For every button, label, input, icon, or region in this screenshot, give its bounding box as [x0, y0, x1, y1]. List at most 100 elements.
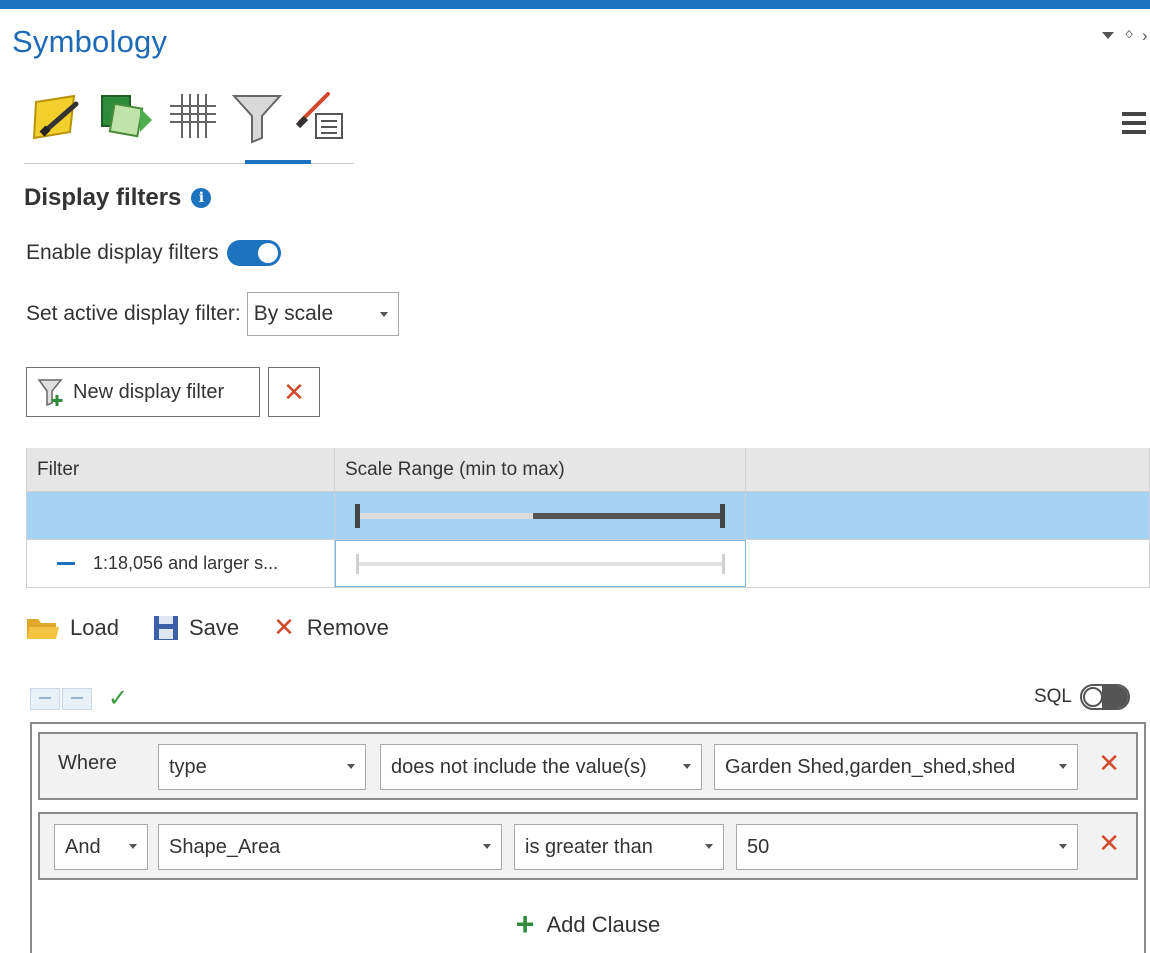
options-menu-icon[interactable] — [1102, 32, 1114, 39]
sql-toggle-row: SQL — [1034, 684, 1130, 710]
scale-range-cell[interactable] — [335, 492, 746, 539]
clause-connector-label: Where — [58, 752, 117, 774]
hamburger-menu-icon[interactable] — [1122, 112, 1146, 136]
table-row[interactable] — [27, 492, 1150, 540]
pane-top-accent-bar — [0, 0, 1150, 9]
delete-filter-button[interactable]: ✕ — [268, 367, 320, 417]
empty-cell — [746, 492, 1150, 539]
query-builder: Where type does not include the value(s)… — [30, 722, 1146, 953]
display-filters-tab[interactable] — [228, 88, 286, 150]
grid-drawing-icon — [170, 94, 216, 138]
layered-shapes-icon — [101, 95, 152, 138]
pin-icon[interactable]: ᛜ — [1124, 26, 1134, 46]
value-text: 50 — [747, 835, 770, 858]
operator-value: is greater than — [525, 835, 653, 858]
field-dropdown[interactable]: type — [158, 744, 366, 790]
chevron-down-icon — [1059, 844, 1067, 849]
close-icon[interactable]: › — [1142, 26, 1148, 46]
active-filter-label: Set active display filter: — [26, 302, 241, 325]
grid-header-row: Filter Scale Range (min to max) — [27, 448, 1150, 492]
delete-clause-icon[interactable]: ✕ — [1098, 828, 1120, 859]
enable-display-filters-toggle[interactable] — [226, 240, 281, 266]
remove-x-icon: ✕ — [273, 612, 295, 642]
operator-value: does not include the value(s) — [391, 755, 647, 778]
add-filter-icon — [37, 379, 63, 407]
delete-clause-icon[interactable]: ✕ — [1098, 748, 1120, 779]
scale-max-handle[interactable] — [720, 503, 725, 528]
delete-icon: ✕ — [283, 376, 305, 407]
verify-check-icon[interactable]: ✓ — [108, 684, 128, 713]
clause-toolbar: ✓ — [30, 684, 128, 713]
chevron-down-icon — [347, 764, 355, 769]
paintbrush-polygon-icon — [32, 94, 79, 140]
brush-list-icon — [295, 92, 343, 139]
filter-cell[interactable]: 1:18,056 and larger s... — [27, 540, 335, 587]
table-row[interactable]: 1:18,056 and larger s... — [27, 540, 1150, 588]
active-filter-dropdown[interactable]: By scale — [246, 292, 399, 336]
filter-name: 1:18,056 and larger s... — [93, 553, 279, 573]
chevron-down-icon — [705, 844, 713, 849]
scale-min-handle[interactable] — [355, 503, 360, 528]
active-filter-row: Set active display filter: By scale — [26, 292, 399, 336]
field-dropdown[interactable]: Shape_Area — [158, 824, 502, 870]
enable-display-filters-label: Enable display filters — [26, 241, 219, 264]
load-button[interactable]: Load — [26, 615, 119, 641]
funnel-icon — [231, 95, 283, 144]
active-tab-indicator — [245, 160, 311, 164]
filter-cell[interactable] — [27, 492, 335, 539]
column-header-filter[interactable]: Filter — [27, 448, 335, 491]
field-value: type — [169, 755, 207, 778]
scale-range-cell[interactable] — [335, 540, 746, 587]
symbol-properties-tab[interactable] — [292, 88, 350, 150]
symbology-tab-strip — [24, 88, 354, 164]
save-disk-icon — [153, 615, 178, 640]
operator-dropdown[interactable]: is greater than — [514, 824, 724, 870]
connector-value: And — [65, 835, 101, 858]
chevron-down-icon — [483, 844, 491, 849]
new-display-filter-label: New display filter — [73, 380, 225, 403]
new-display-filter-button[interactable]: New display filter — [26, 367, 260, 417]
value-dropdown[interactable]: 50 — [736, 824, 1078, 870]
outdent-icon[interactable] — [30, 687, 60, 710]
window-controls: ᛜ › — [1090, 26, 1150, 48]
save-label: Save — [188, 614, 240, 640]
chevron-down-icon — [683, 764, 691, 769]
primary-symbology-tab[interactable] — [30, 88, 88, 150]
save-button[interactable]: Save — [153, 615, 239, 641]
symbol-layer-drawing-tab[interactable] — [164, 88, 222, 150]
operator-dropdown[interactable]: does not include the value(s) — [380, 744, 702, 790]
query-clause: And Shape_Area is greater than 50 ✕ — [38, 812, 1138, 880]
field-value: Shape_Area — [169, 835, 281, 858]
enable-display-filters-row: Enable display filters — [26, 240, 281, 266]
load-label: Load — [70, 614, 119, 640]
scale-min-handle[interactable] — [356, 553, 359, 574]
pane-title: Symbology — [12, 24, 168, 59]
line-symbol-icon — [57, 562, 75, 565]
chevron-down-icon — [129, 844, 137, 849]
column-header-scale-range[interactable]: Scale Range (min to max) — [335, 448, 746, 491]
section-heading: Display filters i — [24, 184, 212, 212]
value-dropdown[interactable]: Garden Shed,garden_shed,shed — [714, 744, 1078, 790]
plus-icon: + — [515, 906, 535, 942]
filters-grid: Filter Scale Range (min to max) 1:18,056… — [26, 448, 1150, 588]
empty-cell — [746, 540, 1150, 587]
column-header-empty — [746, 448, 1150, 491]
filter-actions-toolbar: Load Save ✕ Remove — [26, 612, 423, 643]
folder-icon — [27, 618, 59, 639]
vary-symbology-tab[interactable] — [96, 88, 154, 150]
section-heading-text: Display filters — [24, 184, 182, 211]
chevron-down-icon — [1059, 764, 1067, 769]
value-text: Garden Shed,garden_shed,shed — [725, 755, 1016, 778]
scale-max-handle[interactable] — [722, 553, 725, 574]
indent-icon[interactable] — [62, 687, 92, 710]
info-icon[interactable]: i — [191, 188, 212, 208]
add-clause-button[interactable]: + Add Clause — [32, 906, 1144, 943]
sql-label: SQL — [1033, 686, 1072, 707]
sql-toggle[interactable] — [1080, 684, 1130, 710]
remove-label: Remove — [306, 614, 389, 640]
chevron-down-icon — [379, 312, 388, 317]
add-clause-label: Add Clause — [546, 911, 661, 937]
remove-button[interactable]: ✕ Remove — [273, 612, 389, 643]
active-filter-value: By scale — [253, 302, 334, 325]
connector-dropdown[interactable]: And — [54, 824, 148, 870]
